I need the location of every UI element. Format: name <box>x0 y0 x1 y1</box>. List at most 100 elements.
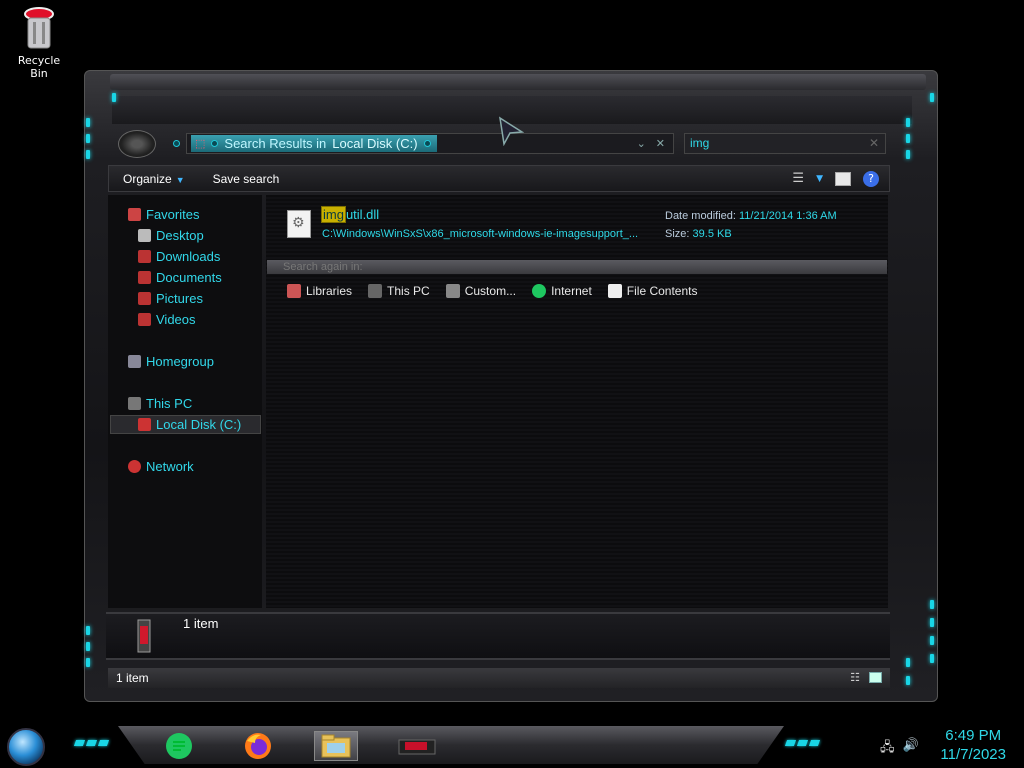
search-query[interactable]: img <box>690 136 709 150</box>
forward-button[interactable] <box>173 140 180 147</box>
nav-label: Downloads <box>156 249 221 264</box>
nav-desktop[interactable]: Desktop <box>138 228 204 243</box>
size-value: 39.5 KB <box>692 228 732 240</box>
tiles-view-icon[interactable] <box>869 672 882 683</box>
frame-accent <box>906 134 910 143</box>
frame-accent <box>86 658 90 667</box>
search-again-file-contents[interactable]: File Contents <box>607 284 698 298</box>
nav-videos[interactable]: Videos <box>138 312 196 327</box>
link-label: Custom... <box>464 284 517 298</box>
computer-icon <box>128 397 141 410</box>
dll-file-icon[interactable] <box>287 210 311 238</box>
custom-folder-icon <box>445 284 460 298</box>
computer-icon <box>368 284 383 298</box>
nav-label: This PC <box>146 396 193 411</box>
documents-icon <box>138 271 151 284</box>
chevron-down-icon[interactable]: ▼ <box>816 174 823 184</box>
drive-icon <box>138 418 151 431</box>
taskbar-file-explorer[interactable] <box>314 731 358 761</box>
frame-accent <box>86 626 90 635</box>
frame-accent <box>906 676 910 685</box>
frame-accent <box>930 600 934 609</box>
nav-this-pc[interactable]: This PC <box>128 396 192 411</box>
link-label: This PC <box>387 284 430 298</box>
frame-accent <box>86 118 90 127</box>
frame-accent <box>86 642 90 651</box>
network-tray-icon[interactable]: 🖧 <box>880 738 895 760</box>
back-button[interactable] <box>118 130 156 158</box>
search-again-links: Libraries This PC Custom... Internet Fil… <box>287 284 697 298</box>
frame-accent <box>112 93 116 102</box>
breadcrumb-prefix[interactable]: Search Results in <box>224 136 326 151</box>
start-button[interactable] <box>7 728 45 766</box>
help-icon[interactable]: ? <box>863 170 879 187</box>
status-bar: 1 item ☷ <box>108 668 890 688</box>
date-label: Date modified: <box>665 210 736 222</box>
status-item-count: 1 item <box>116 671 149 685</box>
result-file-name[interactable]: img util.dll <box>321 206 380 223</box>
close-icon[interactable]: ✕ <box>656 137 665 150</box>
pictures-icon <box>138 292 151 305</box>
link-label: Libraries <box>306 284 353 298</box>
frame-accent <box>86 150 90 159</box>
nav-homegroup[interactable]: Homegroup <box>128 354 214 369</box>
mouse-cursor-icon <box>499 116 524 146</box>
nav-pictures[interactable]: Pictures <box>138 291 203 306</box>
frame-accent <box>86 134 90 143</box>
organize-button[interactable]: Organize ▼ <box>109 172 199 186</box>
nav-favorites[interactable]: Favorites <box>128 207 199 222</box>
libraries-icon <box>287 284 301 298</box>
details-view-icon[interactable]: ☷ <box>850 671 860 684</box>
desktop-icon <box>138 229 151 242</box>
volume-icon[interactable]: 🔊 <box>903 738 919 760</box>
recycle-bin-shortcut[interactable]: Recycle Bin <box>8 6 70 80</box>
nav-downloads[interactable]: Downloads <box>138 249 220 264</box>
nav-label: Homegroup <box>146 354 214 369</box>
nav-label: Network <box>146 459 194 474</box>
taskbar-red-app[interactable] <box>389 731 445 761</box>
frame-accent <box>930 654 934 663</box>
red-app-icon <box>398 739 436 755</box>
window-title-bar[interactable] <box>110 74 926 90</box>
firefox-icon <box>245 733 271 759</box>
homegroup-icon <box>128 355 141 368</box>
details-pane <box>106 612 890 660</box>
nav-documents[interactable]: Documents <box>138 270 222 285</box>
chevron-down-icon: ▼ <box>175 174 185 185</box>
search-again-libraries[interactable]: Libraries <box>287 284 352 298</box>
chevron-down-icon[interactable]: ⌄ <box>637 137 646 150</box>
folder-icon <box>321 734 351 758</box>
taskbar-notes-app[interactable] <box>162 731 196 761</box>
search-again-internet[interactable]: Internet <box>532 284 592 298</box>
breadcrumb[interactable]: ⬚ Search Results in Local Disk (C:) <box>191 135 437 152</box>
save-search-button[interactable]: Save search <box>199 172 294 186</box>
network-icon <box>128 460 141 473</box>
recycle-bin-label: Recycle Bin <box>17 54 61 80</box>
breadcrumb-separator-icon <box>423 140 431 147</box>
breadcrumb-location[interactable]: Local Disk (C:) <box>332 136 417 151</box>
nav-local-disk[interactable]: Local Disk (C:) <box>138 417 241 432</box>
file-name-rest: util.dll <box>345 207 380 222</box>
preview-pane-icon[interactable] <box>835 171 851 186</box>
date-value: 11/21/2014 1:36 AM <box>739 210 837 222</box>
view-options-icon[interactable]: ☰ <box>792 171 804 186</box>
search-input[interactable]: img ✕ <box>684 133 886 154</box>
downloads-icon <box>138 250 151 263</box>
frame-accent <box>930 93 934 102</box>
notes-app-icon <box>166 733 192 759</box>
address-bar[interactable]: ⬚ Search Results in Local Disk (C:) ⌄ ✕ <box>186 133 674 154</box>
link-label: File Contents <box>626 284 698 298</box>
save-search-label: Save search <box>212 171 280 186</box>
nav-network[interactable]: Network <box>128 459 194 474</box>
search-again-header: Search again in: <box>267 260 887 274</box>
drive-thumbnail-icon <box>137 619 151 653</box>
result-size: Size: 39.5 KB <box>665 228 732 240</box>
taskbar-clock[interactable]: 6:49 PM 11/7/2023 <box>940 726 1006 764</box>
result-date-modified: Date modified: 11/21/2014 1:36 AM <box>665 210 837 222</box>
nav-label: Documents <box>156 270 222 285</box>
search-again-custom[interactable]: Custom... <box>445 284 517 298</box>
search-again-this-pc[interactable]: This PC <box>368 284 430 298</box>
clear-search-icon[interactable]: ✕ <box>869 136 879 150</box>
taskbar-firefox[interactable] <box>241 731 275 761</box>
nav-label: Favorites <box>146 207 200 222</box>
